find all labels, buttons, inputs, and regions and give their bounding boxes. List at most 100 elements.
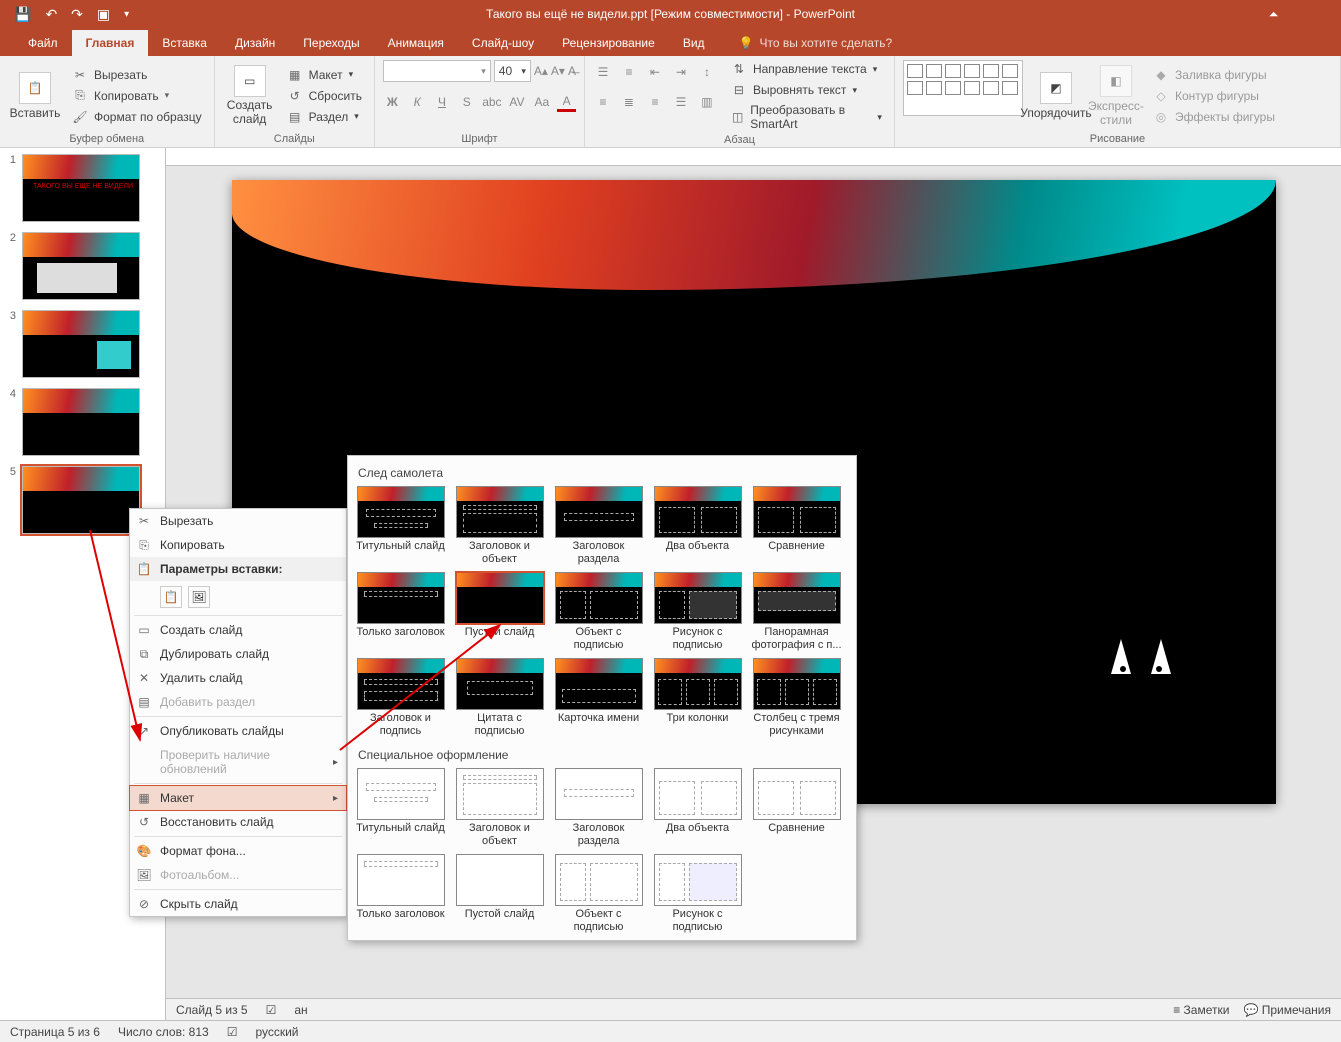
lang-2[interactable]: русский	[255, 1025, 298, 1039]
arrange-button[interactable]: ◩ Упорядочить	[1029, 60, 1083, 131]
format-painter-button[interactable]: 🖌Формат по образцу	[68, 108, 206, 126]
slideshow-icon[interactable]: ▣	[97, 6, 110, 23]
layout2-comparison[interactable]: Сравнение	[750, 768, 843, 848]
layout2-title-only[interactable]: Только заголовок	[354, 854, 447, 934]
thumb-3[interactable]: 3	[4, 310, 161, 378]
text-direction-button[interactable]: ⇅Направление текста ▾	[727, 60, 886, 78]
cut-button[interactable]: ✂Вырезать	[68, 66, 206, 84]
layout2-title-slide[interactable]: Титульный слайд	[354, 768, 447, 848]
align-center-icon[interactable]: ≣	[619, 92, 639, 112]
ctx-hide-slide[interactable]: ⊘Скрыть слайд	[130, 892, 346, 916]
tab-slideshow[interactable]: Слайд-шоу	[458, 30, 548, 56]
ctx-reset[interactable]: ↺Восстановить слайд	[130, 810, 346, 834]
ctx-delete[interactable]: ✕Удалить слайд	[130, 666, 346, 690]
redo-icon[interactable]: ↷	[71, 6, 83, 23]
bold-icon[interactable]: Ж	[383, 92, 402, 112]
layout-title-caption[interactable]: Заголовок и подпись	[354, 658, 447, 738]
align-right-icon[interactable]: ≡	[645, 92, 665, 112]
layout-comparison[interactable]: Сравнение	[750, 486, 843, 566]
strike-icon[interactable]: abc	[482, 92, 501, 112]
align-left-icon[interactable]: ≡	[593, 92, 613, 112]
layout-three-cols[interactable]: Три колонки	[651, 658, 744, 738]
ribbon-options-icon[interactable]: ⏶	[1251, 0, 1296, 28]
justify-icon[interactable]: ☰	[671, 92, 691, 112]
layout2-picture-caption[interactable]: Рисунок с подписью	[651, 854, 744, 934]
spell-check-icon[interactable]: ☑	[266, 1003, 277, 1017]
decrease-font-icon[interactable]: A▾	[551, 64, 565, 78]
thumb-2[interactable]: 2	[4, 232, 161, 300]
layout-title-slide[interactable]: Титульный слайд	[354, 486, 447, 566]
tab-home[interactable]: Главная	[72, 30, 149, 56]
spacing-icon[interactable]: AV	[508, 92, 527, 112]
layout-section-header[interactable]: Заголовок раздела	[552, 486, 645, 566]
ctx-cut[interactable]: ✂Вырезать	[130, 509, 346, 533]
layout2-section-header[interactable]: Заголовок раздела	[552, 768, 645, 848]
layout-quote[interactable]: Цитата с подписью	[453, 658, 546, 738]
tab-view[interactable]: Вид	[669, 30, 719, 56]
paste-button[interactable]: 📋 Вставить	[8, 60, 62, 131]
tab-transitions[interactable]: Переходы	[289, 30, 373, 56]
thumb-4[interactable]: 4	[4, 388, 161, 456]
clear-format-icon[interactable]: A̶	[568, 64, 576, 78]
layout-blank[interactable]: Пустой слайд	[453, 572, 546, 652]
shadow-icon[interactable]: S	[457, 92, 476, 112]
layout2-content-caption[interactable]: Объект с подписью	[552, 854, 645, 934]
columns-icon[interactable]: ▥	[697, 92, 717, 112]
indent-dec-icon[interactable]: ⇤	[645, 62, 665, 82]
undo-icon[interactable]: ↶	[45, 6, 57, 23]
layout2-title-content[interactable]: Заголовок и объект	[453, 768, 546, 848]
layout-name-card[interactable]: Карточка имени	[552, 658, 645, 738]
underline-icon[interactable]: Ч	[433, 92, 452, 112]
tab-design[interactable]: Дизайн	[221, 30, 289, 56]
font-size-select[interactable]: 40▾	[494, 60, 531, 82]
ctx-duplicate[interactable]: ⧉Дублировать слайд	[130, 642, 346, 666]
quick-styles-button[interactable]: ◧ Экспресс-стили	[1089, 60, 1143, 131]
layout2-two-content[interactable]: Два объекта	[651, 768, 744, 848]
font-family-select[interactable]: ▾	[383, 60, 491, 82]
layout-col-pics[interactable]: Столбец с тремя рисунками	[750, 658, 843, 738]
layout-panoramic[interactable]: Панорамная фотография с п...	[750, 572, 843, 652]
shape-outline-button[interactable]: ◇Контур фигуры	[1149, 87, 1279, 105]
tab-animation[interactable]: Анимация	[374, 30, 458, 56]
layout-two-content[interactable]: Два объекта	[651, 486, 744, 566]
new-slide-button[interactable]: ▭ Создать слайд	[223, 60, 277, 131]
paste-keep-format-icon[interactable]: 📋	[160, 586, 182, 608]
ctx-format-bg[interactable]: 🎨Формат фона...	[130, 839, 346, 863]
save-icon[interactable]: 💾	[14, 6, 31, 23]
layout-title-content[interactable]: Заголовок и объект	[453, 486, 546, 566]
layout2-blank[interactable]: Пустой слайд	[453, 854, 546, 934]
tab-insert[interactable]: Вставка	[148, 30, 221, 56]
shapes-gallery[interactable]	[903, 60, 1023, 116]
layout-content-caption[interactable]: Объект с подписью	[552, 572, 645, 652]
smartart-button[interactable]: ◫Преобразовать в SmartArt ▾	[727, 102, 886, 132]
lang-indicator[interactable]: ан	[294, 1003, 307, 1017]
ctx-publish[interactable]: ↗Опубликовать слайды	[130, 719, 346, 743]
copy-button[interactable]: ⎘Копировать ▾	[68, 87, 206, 105]
reset-button[interactable]: ↺Сбросить	[283, 87, 366, 105]
ctx-copy[interactable]: ⎘Копировать	[130, 533, 346, 557]
section-button[interactable]: ▤Раздел ▾	[283, 108, 366, 126]
bullets-icon[interactable]: ☰	[593, 62, 613, 82]
thumb-1[interactable]: 1 ТАКОГО ВЫ ЕЩЕ НЕ ВИДЕЛИ	[4, 154, 161, 222]
italic-icon[interactable]: К	[408, 92, 427, 112]
line-spacing-icon[interactable]: ↕	[697, 62, 717, 82]
notes-button[interactable]: ≡ Заметки	[1173, 1003, 1229, 1017]
tab-file[interactable]: Файл	[14, 30, 72, 56]
ctx-new-slide[interactable]: ▭Создать слайд	[130, 618, 346, 642]
layout-button[interactable]: ▦Макет ▾	[283, 66, 366, 84]
tab-review[interactable]: Рецензирование	[548, 30, 669, 56]
shape-fill-button[interactable]: ◆Заливка фигуры	[1149, 66, 1279, 84]
layout-title-only[interactable]: Только заголовок	[354, 572, 447, 652]
ctx-paste-options[interactable]: 📋 🖼	[130, 581, 346, 613]
layout-picture-caption[interactable]: Рисунок с подписью	[651, 572, 744, 652]
increase-font-icon[interactable]: A▴	[534, 64, 548, 78]
paste-picture-icon[interactable]: 🖼	[188, 586, 210, 608]
ctx-layout[interactable]: ▦Макет▸	[130, 786, 346, 810]
case-icon[interactable]: Aa	[532, 92, 551, 112]
comments-button[interactable]: 💬 Примечания	[1243, 1003, 1331, 1017]
font-color-icon[interactable]: A	[557, 92, 576, 112]
align-text-button[interactable]: ⊟Выровнять текст ▾	[727, 81, 886, 99]
spell-icon-2[interactable]: ☑	[227, 1025, 238, 1039]
qat-dropdown-icon[interactable]: ▾	[124, 9, 129, 20]
tell-me-search[interactable]: 💡 Что вы хотите сделать?	[729, 30, 903, 56]
